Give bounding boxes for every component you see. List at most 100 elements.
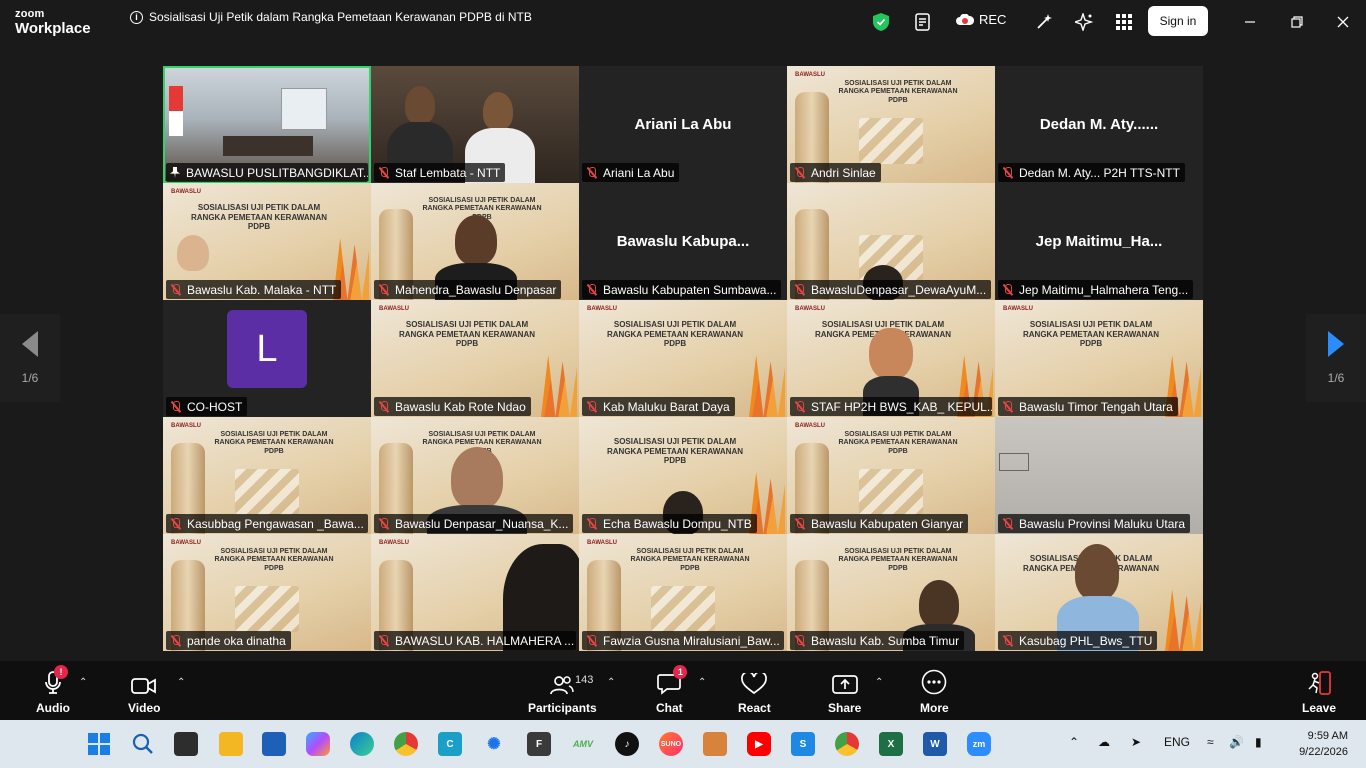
meeting-table: [223, 136, 313, 156]
system-clock[interactable]: 9:59 AM 9/22/2026: [1290, 728, 1348, 760]
app-s-icon[interactable]: S: [791, 732, 815, 756]
info-icon[interactable]: i: [130, 10, 143, 24]
video-tile[interactable]: Jep Maitimu_Ha... Jep Maitimu_Halmahera …: [995, 183, 1203, 300]
share-options-chevron-icon[interactable]: ⌃: [875, 677, 883, 688]
send-icon[interactable]: ➤: [1131, 735, 1141, 749]
app-f-icon[interactable]: F: [527, 732, 551, 756]
youtube-icon[interactable]: ▶: [747, 732, 771, 756]
video-tile[interactable]: BAWASLU BAWASLU KAB. HALMAHERA ...: [371, 534, 579, 651]
participant-label: Kasubag PHL_Bws_TTU: [998, 631, 1158, 650]
apps-grid-icon[interactable]: [1113, 11, 1135, 33]
video-button[interactable]: Video: [128, 669, 160, 715]
avatar: L: [227, 310, 307, 388]
excel-icon[interactable]: X: [879, 732, 903, 756]
participant-label: BawasluDenpasar_DewaAyuM...: [790, 280, 992, 299]
file-explorer-icon[interactable]: [219, 732, 243, 756]
zoom-logo: zoom Workplace: [15, 9, 91, 37]
video-tile[interactable]: SOSIALISASI UJI PETIK DALAM RANGKA PEMET…: [371, 183, 579, 300]
ai-companion-icon[interactable]: [1073, 11, 1095, 33]
participant-label: BAWASLU PUSLITBANGDIKLAT...: [166, 163, 368, 182]
video-tile[interactable]: Ariani La Abu Ariani La Abu: [579, 66, 787, 183]
copilot-icon[interactable]: [306, 732, 330, 756]
close-icon[interactable]: [1333, 12, 1353, 32]
canva-icon[interactable]: C: [438, 732, 462, 756]
network-app-icon[interactable]: ✺: [482, 732, 506, 756]
video-tile[interactable]: L CO-HOST: [163, 300, 371, 417]
transcript-icon[interactable]: [912, 11, 934, 33]
word-icon[interactable]: W: [923, 732, 947, 756]
video-tile[interactable]: Dedan M. Aty...... Dedan M. Aty... P2H T…: [995, 66, 1203, 183]
search-icon[interactable]: [131, 732, 155, 756]
wand-icon[interactable]: [1033, 11, 1055, 33]
slide-title: SOSIALISASI UJI PETIK DALAM RANGKA PEMET…: [1023, 320, 1159, 349]
microsoft-store-icon[interactable]: [262, 732, 286, 756]
rec-label: REC: [979, 12, 1007, 27]
video-tile[interactable]: BAWASLU SOSIALISASI UJI PETIK DALAM RANG…: [163, 417, 371, 534]
video-tile[interactable]: Bawaslu Provinsi Maluku Utara: [995, 417, 1203, 534]
video-tile[interactable]: BAWASLU SOSIALISASI UJI PETIK DALAM RANG…: [787, 66, 995, 183]
muted-mic-icon: [586, 634, 598, 647]
chat-options-chevron-icon[interactable]: ⌃: [698, 677, 706, 688]
audio-options-chevron-icon[interactable]: ⌃: [79, 677, 87, 688]
chat-button[interactable]: 1 Chat: [656, 665, 688, 715]
video-tile[interactable]: Staf Lembata - NTT: [371, 66, 579, 183]
minimize-icon[interactable]: [1240, 12, 1260, 32]
suno-icon[interactable]: SUNO: [659, 732, 683, 756]
tiktok-icon[interactable]: ♪: [615, 732, 639, 756]
windows-start-icon[interactable]: [87, 732, 111, 756]
participants-options-chevron-icon[interactable]: ⌃: [607, 677, 615, 688]
language-indicator[interactable]: ENG: [1164, 735, 1190, 749]
video-tile[interactable]: BAWASLU SOSIALISASI UJI PETIK DALAM RANG…: [163, 534, 371, 651]
recording-indicator[interactable]: REC: [956, 12, 1006, 27]
chrome-icon[interactable]: [394, 732, 418, 756]
video-tile[interactable]: SOSIALISASI UJI PETIK DALAM RANGKA PEMET…: [371, 417, 579, 534]
edge-icon[interactable]: [350, 732, 374, 756]
video-options-chevron-icon[interactable]: ⌃: [177, 677, 185, 688]
participant-label: Bawaslu Denpasar_Nuansa_K...: [374, 514, 574, 533]
participant-label: Ariani La Abu: [582, 163, 680, 182]
video-tile[interactable]: BAWASLU SOSIALISASI UJI PETIK DALAM RANG…: [163, 183, 371, 300]
wifi-icon[interactable]: ≈: [1207, 735, 1214, 749]
video-tile[interactable]: BAWASLU SOSIALISASI UJI PETIK DALAM RANG…: [787, 300, 995, 417]
amv-icon[interactable]: AMV: [571, 732, 595, 756]
shield-icon[interactable]: [870, 11, 892, 33]
slide-title: SOSIALISASI UJI PETIK DALAM RANGKA PEMET…: [214, 431, 334, 455]
zoom-taskbar-icon[interactable]: zm: [967, 732, 991, 756]
leave-button[interactable]: Leave: [1302, 669, 1336, 715]
video-tile[interactable]: BAWASLU SOSIALISASI UJI PETIK DALAM RANG…: [579, 300, 787, 417]
video-tile[interactable]: BawasluDenpasar_DewaAyuM...: [787, 183, 995, 300]
show-hidden-icons-chevron-icon[interactable]: ⌃: [1069, 735, 1079, 749]
video-tile[interactable]: SOSIALISASI UJI PETIK DALAM RANGKA PEMET…: [579, 417, 787, 534]
task-view-icon[interactable]: [174, 732, 198, 756]
slide-document-graphic: [859, 469, 923, 515]
video-tile[interactable]: Bawaslu Kabupa... Bawaslu Kabupaten Sumb…: [579, 183, 787, 300]
cloud-sync-icon[interactable]: ☁: [1098, 735, 1110, 749]
battery-icon[interactable]: ▮: [1255, 735, 1262, 749]
chat-unread-badge: 1: [673, 665, 688, 679]
meeting-info[interactable]: i Sosialisasi Uji Petik dalam Rangka Pem…: [130, 10, 532, 24]
participant-label: CO-HOST: [166, 397, 248, 416]
participant-label: Bawaslu Kab Rote Ndao: [374, 397, 531, 416]
more-button[interactable]: More: [920, 669, 949, 715]
video-tile[interactable]: SOSIALISASI UJI PETIK DALAM RANGKA PEMET…: [787, 534, 995, 651]
participant-label: Bawaslu Kabupaten Gianyar: [790, 514, 969, 533]
volume-icon[interactable]: 🔊: [1229, 735, 1244, 749]
restore-icon[interactable]: [1287, 12, 1307, 32]
share-button[interactable]: Share: [828, 669, 861, 715]
participant-face: [177, 235, 209, 271]
chrome-profile-icon[interactable]: [835, 732, 859, 756]
video-tile[interactable]: SOSIALISASI UJI PETIK DALAM RANGKA PEMET…: [995, 534, 1203, 651]
video-tile[interactable]: BAWASLU SOSIALISASI UJI PETIK DALAM RANG…: [995, 300, 1203, 417]
previous-page-button[interactable]: 1/6: [0, 314, 60, 402]
slide-logo: BAWASLU: [795, 72, 825, 78]
next-page-button[interactable]: 1/6: [1306, 314, 1366, 402]
sign-in-button[interactable]: Sign in: [1148, 6, 1208, 36]
video-tile[interactable]: BAWASLU SOSIALISASI UJI PETIK DALAM RANG…: [787, 417, 995, 534]
audio-button[interactable]: ! Audio: [36, 665, 70, 715]
slide-logo: BAWASLU: [795, 423, 825, 429]
package-icon[interactable]: [703, 732, 727, 756]
video-tile[interactable]: BAWASLU SOSIALISASI UJI PETIK DALAM RANG…: [579, 534, 787, 651]
react-button[interactable]: React: [738, 669, 771, 715]
video-tile[interactable]: BAWASLU PUSLITBANGDIKLAT...: [163, 66, 371, 183]
video-tile[interactable]: BAWASLU SOSIALISASI UJI PETIK DALAM RANG…: [371, 300, 579, 417]
